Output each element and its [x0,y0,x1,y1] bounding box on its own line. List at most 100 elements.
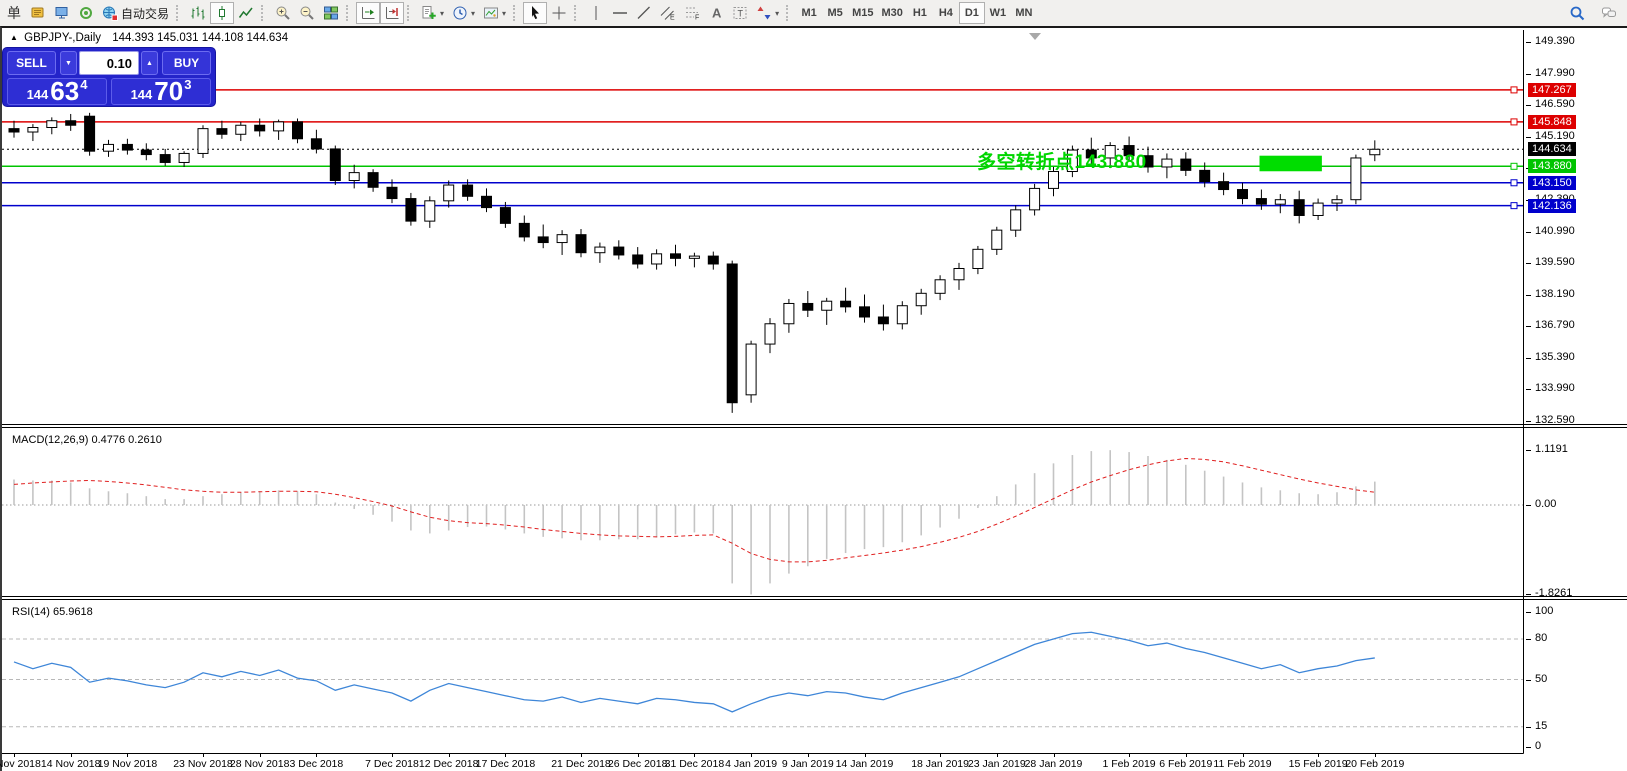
indicators-button[interactable]: ▾ [417,2,448,24]
pane-separator[interactable] [2,596,1627,597]
vertical-line-button[interactable] [584,2,608,24]
toolbar-group-handle[interactable] [407,5,412,21]
rsi-pane [2,632,1523,727]
equidistant-channel-button[interactable] [656,2,680,24]
pivot-annotation-text[interactable]: 多空转折点143.880 [977,147,1147,174]
buy-price-button[interactable]: 144703 [111,78,211,105]
price-tick-label: 145.190 [1535,130,1575,142]
rsi-line [14,632,1375,712]
timeframe-h1-button[interactable]: H1 [907,2,933,24]
date-label: 31 Dec 2018 [649,758,739,770]
one-click-trading-panel: SELL ▼ ▲ BUY 144634 144703 [3,48,215,106]
pane-separator[interactable] [2,599,1627,600]
auto-scroll-button[interactable] [356,2,380,24]
new-order-button[interactable]: 单 [2,2,26,24]
zoom-group [258,0,343,26]
macd-label: MACD(12,26,9) 0.4776 0.2610 [12,434,162,446]
price-level-lines[interactable] [2,87,1523,209]
cursor-button[interactable] [523,2,547,24]
last-price-label: 144.634 [1528,142,1576,156]
green-highlight-box[interactable] [1260,156,1322,172]
date-label: 23 Nov 2018 [158,758,248,770]
standard-group: 单 自动交易 [2,0,173,26]
timeframe-m5-button[interactable]: M5 [822,2,848,24]
crosshair-button[interactable] [547,2,571,24]
autotrading-button[interactable]: 自动交易 [98,2,173,24]
chart-shift-icon [384,5,400,21]
text-button[interactable] [704,2,728,24]
timeframes-group: M1M5M15M30H1H4D1W1MN [783,0,1037,26]
timeframe-m1-button[interactable]: M1 [796,2,822,24]
volume-decrease-button[interactable]: ▼ [60,51,77,75]
templates-icon [483,5,499,21]
timeframe-mn-button[interactable]: MN [1011,2,1037,24]
collapse-icon[interactable]: ▲ [10,33,18,42]
level-price-label: 145.848 [1528,115,1576,129]
chart-shift-button[interactable] [380,2,404,24]
date-label: 12 Dec 2018 [404,758,494,770]
candlestick-chart-button[interactable] [210,2,234,24]
periods-button-dropdown[interactable]: ▾ [471,9,475,18]
vertical-line-icon [588,5,604,21]
buy-button[interactable]: BUY [162,51,211,75]
zoom-in-button[interactable] [271,2,295,24]
sell-price-prefix: 144 [27,87,49,103]
timeframe-m30-button[interactable]: M30 [877,2,906,24]
objects-group: ▾ [571,0,783,26]
chart-shift-marker[interactable] [1029,33,1041,40]
price-axis[interactable]: 149.390147.990146.590145.190143.790142.3… [1526,30,1627,756]
sell-price-big: 63 [50,79,79,103]
line-chart-button[interactable] [234,2,258,24]
templates-button-dropdown[interactable]: ▾ [502,9,506,18]
chat-button[interactable] [1597,2,1621,24]
bar-chart-icon [190,5,206,21]
tile-windows-button[interactable] [319,2,343,24]
metaquotes-icon [54,5,70,21]
fibonacci-button[interactable] [680,2,704,24]
price-tick-label: 136.790 [1535,319,1575,331]
auto-scroll-icon [360,5,376,21]
timeframe-h4-button[interactable]: H4 [933,2,959,24]
timeframe-d1-button[interactable]: D1 [959,2,985,24]
text-icon [708,5,724,21]
timeframe-m15-button[interactable]: M15 [848,2,877,24]
volume-increase-button[interactable]: ▲ [141,51,158,75]
metaeditor-button[interactable] [26,2,50,24]
horizontal-line-button[interactable] [608,2,632,24]
sell-price-button[interactable]: 144634 [7,78,107,105]
indicators-button-dropdown[interactable]: ▾ [440,9,444,18]
chart-window[interactable]: ▲ GBPJPY-,Daily 144.393 145.031 144.108 … [0,26,1627,771]
equidistant-channel-icon [660,5,676,21]
date-label: 1 Feb 2019 [1084,758,1174,770]
periods-button[interactable]: ▾ [448,2,479,24]
trendline-button[interactable] [632,2,656,24]
metaquotes-button[interactable] [50,2,74,24]
toolbar-group-handle[interactable] [786,5,791,21]
horizontal-line-icon [612,5,628,21]
timeframe-w1-button[interactable]: W1 [985,2,1011,24]
search-button[interactable] [1565,2,1589,24]
macd-scale-label: -1.8261 [1535,587,1572,599]
pane-separator[interactable] [2,427,1627,428]
date-label: 21 Dec 2018 [536,758,626,770]
arrows-button-dropdown[interactable]: ▾ [775,9,779,18]
community-button[interactable] [74,2,98,24]
volume-input[interactable] [79,51,139,75]
pane-separator[interactable] [2,424,1627,425]
candlestick-series [9,113,1380,413]
sell-button[interactable]: SELL [7,51,56,75]
toolbar-group-handle[interactable] [261,5,266,21]
arrows-button[interactable]: ▾ [752,2,783,24]
text-label-button[interactable] [728,2,752,24]
chart-canvas[interactable] [2,30,1524,754]
toolbar-group-handle[interactable] [574,5,579,21]
date-label: 20 Feb 2019 [1330,758,1420,770]
bar-chart-button[interactable] [186,2,210,24]
toolbar-group-handle[interactable] [346,5,351,21]
zoom-out-button[interactable] [295,2,319,24]
toolbar-group-handle[interactable] [176,5,181,21]
templates-button[interactable]: ▾ [479,2,510,24]
toolbar-group-handle[interactable] [513,5,518,21]
date-label: 28 Nov 2018 [215,758,305,770]
cursor-group [510,0,571,26]
